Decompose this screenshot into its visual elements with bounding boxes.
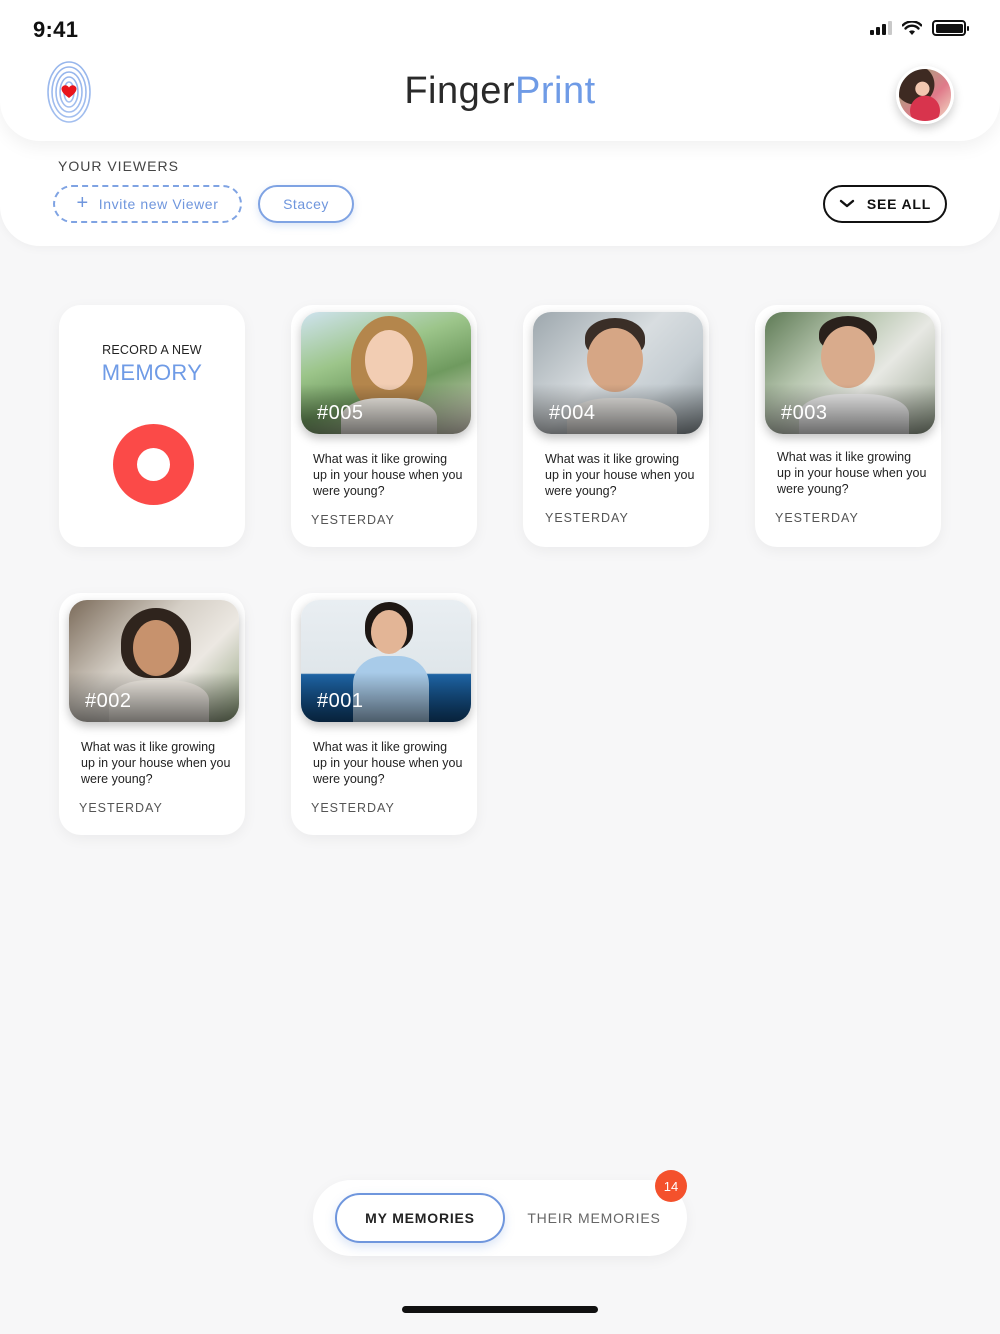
notification-badge: 14 [655, 1170, 687, 1202]
top-bar: 9:41 FingerPrint [0, 0, 1000, 141]
cellular-signal-icon [870, 21, 892, 35]
memory-number: #001 [317, 690, 364, 712]
memory-card[interactable]: #005 What was it like growing up in your… [291, 305, 477, 547]
record-button[interactable] [113, 424, 194, 505]
memory-number: #005 [317, 402, 364, 424]
memory-date: YESTERDAY [311, 801, 395, 815]
memory-card[interactable]: #001 What was it like growing up in your… [291, 593, 477, 835]
app-title-part2: Print [515, 70, 596, 112]
memory-thumbnail[interactable]: #002 [69, 600, 239, 722]
memory-question: What was it like growing up in your hous… [313, 740, 463, 786]
viewers-label: YOUR VIEWERS [58, 158, 179, 174]
profile-avatar[interactable] [896, 66, 954, 124]
record-kicker: RECORD A NEW [102, 343, 202, 357]
see-all-button[interactable]: SEE ALL [823, 185, 947, 223]
memory-number: #003 [781, 402, 828, 424]
chevron-down-icon [839, 199, 855, 208]
plus-icon: + [76, 192, 89, 214]
memory-card[interactable]: #002 What was it like growing up in your… [59, 593, 245, 835]
memory-date: YESTERDAY [79, 801, 163, 815]
memory-number: #002 [85, 690, 132, 712]
memory-thumbnail[interactable]: #003 [765, 312, 935, 434]
memory-thumbnail[interactable]: #004 [533, 312, 703, 434]
record-title: MEMORY [101, 360, 203, 385]
app-title: FingerPrint [0, 70, 1000, 113]
wifi-icon [902, 20, 922, 35]
memory-question: What was it like growing up in your hous… [777, 450, 927, 496]
memory-question: What was it like growing up in your hous… [545, 452, 695, 498]
memory-question: What was it like growing up in your hous… [81, 740, 231, 786]
viewer-chip-label: Stacey [283, 196, 329, 212]
battery-icon [932, 20, 969, 36]
record-icon [137, 448, 170, 481]
memory-number: #004 [549, 402, 596, 424]
invite-viewer-label: Invite new Viewer [98, 196, 219, 212]
memory-date: YESTERDAY [311, 513, 395, 527]
memory-thumbnail[interactable]: #005 [301, 312, 471, 434]
record-memory-card[interactable]: RECORD A NEW MEMORY [59, 305, 245, 547]
tab-my-memories-label: MY MEMORIES [365, 1210, 475, 1226]
memory-card[interactable]: #003 What was it like growing up in your… [755, 305, 941, 547]
viewer-chip-stacey[interactable]: Stacey [258, 185, 354, 223]
header-panel: 9:41 FingerPrint YOUR VIEWERS + Invite n… [0, 0, 1000, 246]
status-time: 9:41 [33, 17, 79, 42]
memory-thumbnail[interactable]: #001 [301, 600, 471, 722]
tab-their-memories[interactable]: THEIR MEMORIES [519, 1193, 669, 1243]
home-indicator[interactable] [402, 1306, 598, 1313]
tab-my-memories[interactable]: MY MEMORIES [335, 1193, 505, 1243]
memory-card[interactable]: #004 What was it like growing up in your… [523, 305, 709, 547]
status-icons [870, 20, 969, 36]
memory-date: YESTERDAY [545, 511, 629, 525]
memory-date: YESTERDAY [775, 511, 859, 525]
app-title-part1: Finger [404, 70, 516, 112]
invite-viewer-button[interactable]: + Invite new Viewer [53, 185, 242, 223]
tab-their-memories-label: THEIR MEMORIES [527, 1210, 661, 1226]
memory-question: What was it like growing up in your hous… [313, 452, 463, 498]
see-all-label: SEE ALL [866, 196, 932, 212]
memories-tab-bar: MY MEMORIES THEIR MEMORIES [313, 1180, 687, 1256]
